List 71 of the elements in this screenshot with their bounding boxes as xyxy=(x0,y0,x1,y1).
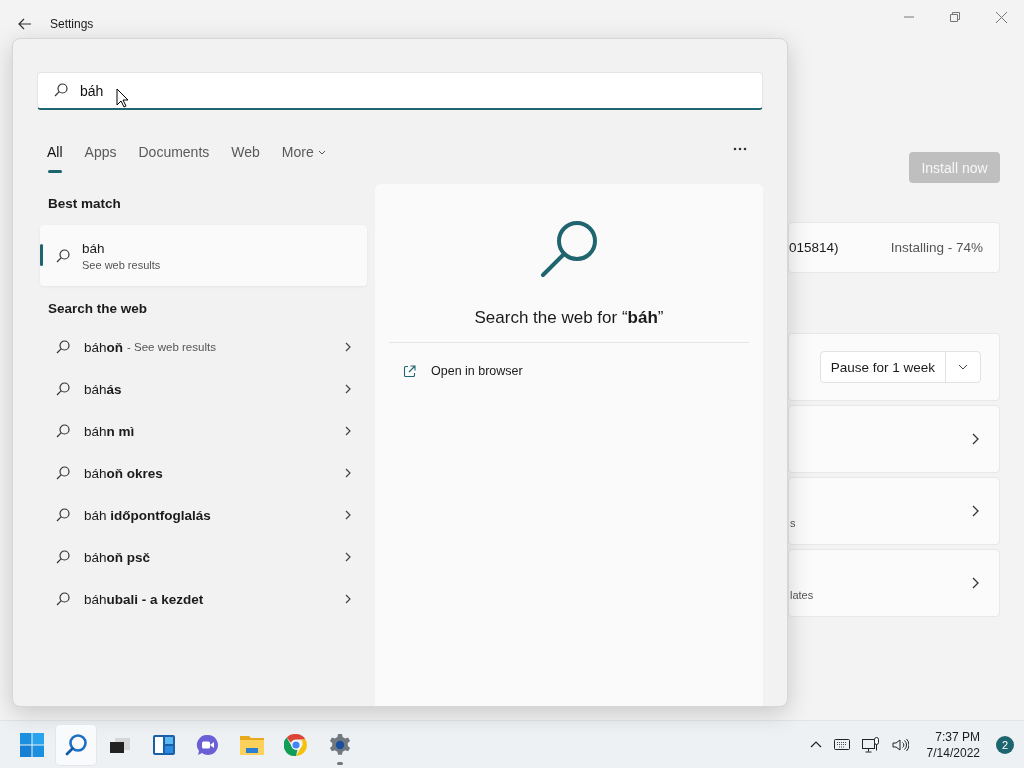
search-icon xyxy=(540,220,598,278)
search-icon xyxy=(54,83,68,97)
suggestion-item[interactable]: báhoň okres xyxy=(40,452,367,494)
pause-dropdown[interactable]: Pause for 1 week xyxy=(819,351,981,383)
network-icon[interactable] xyxy=(861,736,880,753)
suggestion-text: báhás xyxy=(84,381,122,397)
best-match-item[interactable]: báh See web results xyxy=(40,225,367,286)
filter-tab[interactable]: Documents xyxy=(128,132,220,174)
chevron-icon xyxy=(345,552,351,562)
chevron-icon xyxy=(345,342,351,352)
update-status: Installing - 74% xyxy=(890,240,983,255)
window-title: Settings xyxy=(50,17,94,31)
search-icon xyxy=(56,508,70,522)
suggestion-item[interactable]: báhoň psč xyxy=(40,536,367,578)
chevron-icon xyxy=(345,384,351,394)
suggestion-hint: - See web results xyxy=(127,341,216,353)
more-options-icon[interactable] xyxy=(733,147,747,151)
suggestion-text: báhoň psč xyxy=(84,549,151,565)
chevron-icon xyxy=(972,505,979,517)
open-in-browser-link[interactable]: Open in browser xyxy=(389,364,749,378)
external-link-icon xyxy=(403,364,416,378)
suggestion-item[interactable]: báhoň - See web results xyxy=(40,326,367,368)
suggestion-item[interactable]: báhás xyxy=(40,368,367,410)
chevron-icon xyxy=(972,577,979,589)
row-subtitle: s xyxy=(790,517,796,529)
close-icon[interactable] xyxy=(996,11,1007,23)
search-icon xyxy=(56,382,70,396)
notification-badge[interactable]: 2 xyxy=(996,735,1014,754)
settings-row[interactable]: s xyxy=(788,477,1000,545)
filter-tab[interactable]: More xyxy=(271,132,336,174)
suggestion-item[interactable]: báhubali - a kezdet xyxy=(40,578,367,620)
chevron-icon xyxy=(345,468,351,478)
settings-row[interactable]: lates xyxy=(788,549,1000,617)
search-icon xyxy=(56,550,70,564)
chevron-icon xyxy=(345,510,351,520)
row-subtitle: lates xyxy=(790,589,814,601)
update-name: 015814) xyxy=(789,240,839,255)
search-taskbar-icon[interactable] xyxy=(56,724,96,765)
suggestion-item[interactable]: báh időpontfoglalás xyxy=(40,494,367,536)
filter-tab[interactable]: Web xyxy=(221,132,270,174)
back-arrow-icon[interactable] xyxy=(18,18,32,30)
suggestion-text: báhn mì xyxy=(84,423,135,439)
result-subtitle: See web results xyxy=(82,258,161,271)
restore-icon[interactable] xyxy=(950,12,960,22)
chevron-icon xyxy=(972,433,979,445)
suggestion-text: báhoň okres xyxy=(84,465,163,481)
chevron-icon xyxy=(345,594,351,604)
search-icon xyxy=(56,340,70,354)
section-heading: Best match xyxy=(48,196,122,211)
result-title: báh xyxy=(82,240,106,256)
search-icon xyxy=(56,248,70,263)
suggestion-text: báhoň xyxy=(84,339,124,355)
suggestion-item[interactable]: báhn mì xyxy=(40,410,367,452)
search-field[interactable]: báh xyxy=(37,72,763,110)
search-icon xyxy=(56,466,70,480)
caret-icon xyxy=(958,364,968,370)
preview-title: Search the web for “báh” xyxy=(474,308,664,328)
clock[interactable]: 7:37 PM 7/14/2022 xyxy=(926,729,980,760)
section-heading: Search the web xyxy=(48,301,149,316)
speaker-icon[interactable] xyxy=(891,737,909,752)
mouse-pointer-icon xyxy=(116,88,129,108)
chevron-icon xyxy=(345,426,351,436)
filter-tab[interactable]: All xyxy=(37,132,73,174)
keyboard-icon[interactable] xyxy=(833,739,850,750)
suggestion-text: báh időpontfoglalás xyxy=(84,507,211,523)
suggestion-text: báhubali - a kezdet xyxy=(84,591,204,607)
search-icon xyxy=(56,592,70,606)
caret-icon xyxy=(317,149,326,155)
filter-tab[interactable]: Apps xyxy=(74,132,127,174)
search-icon xyxy=(56,424,70,438)
chevron-up-icon[interactable] xyxy=(809,741,822,748)
